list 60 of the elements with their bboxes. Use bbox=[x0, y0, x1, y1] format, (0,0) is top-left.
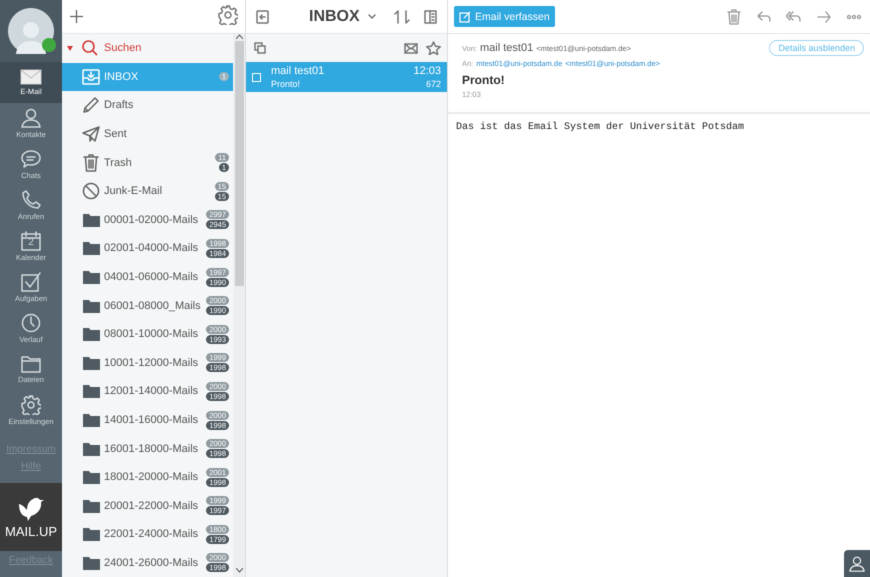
folder-icon bbox=[21, 355, 41, 373]
speech-bubble-icon bbox=[21, 149, 41, 169]
person-icon bbox=[849, 556, 865, 572]
message-checkbox[interactable] bbox=[252, 72, 261, 82]
inbox-icon bbox=[82, 68, 100, 85]
folder-item[interactable]: Sent bbox=[62, 120, 233, 148]
dropdown-caret-icon[interactable] bbox=[368, 14, 376, 19]
phone-icon bbox=[21, 190, 41, 210]
message-sender: mail test01 bbox=[271, 65, 326, 77]
folder-icon bbox=[82, 498, 100, 513]
folder-icon bbox=[82, 212, 100, 227]
paper-plane-icon bbox=[82, 126, 100, 142]
folder-icon bbox=[82, 470, 100, 484]
message-size: 672 bbox=[426, 79, 441, 89]
folder-icon bbox=[82, 442, 100, 456]
settings-icon bbox=[21, 395, 41, 415]
profile-button[interactable] bbox=[844, 550, 870, 577]
forward-icon[interactable] bbox=[816, 8, 832, 24]
email-body: Das ist das Email System der Universität Potsdam bbox=[455, 120, 746, 135]
search-icon bbox=[82, 40, 98, 56]
folder-icon bbox=[82, 327, 100, 342]
folder-icon bbox=[82, 556, 100, 570]
message-time: 12:03 bbox=[413, 65, 441, 77]
folder-item[interactable]: Drafts bbox=[62, 91, 233, 120]
layout-icon[interactable] bbox=[424, 10, 437, 24]
reply-icon[interactable] bbox=[756, 8, 772, 24]
collapse-pane-icon[interactable] bbox=[256, 10, 269, 24]
pencil-icon bbox=[82, 96, 100, 114]
scroll-up-icon[interactable] bbox=[236, 34, 242, 39]
folder-title: INBOX bbox=[309, 8, 360, 26]
copy-icon[interactable] bbox=[254, 42, 266, 54]
reply-all-icon[interactable] bbox=[786, 8, 802, 24]
prohibited-icon bbox=[82, 182, 100, 200]
star-icon[interactable] bbox=[426, 41, 441, 55]
folder-icon bbox=[82, 413, 100, 428]
trash-icon[interactable] bbox=[726, 8, 742, 24]
scrollbar-thumb[interactable] bbox=[234, 41, 244, 286]
folder-icon bbox=[82, 527, 100, 542]
envelope-icon[interactable] bbox=[404, 42, 418, 54]
folder-icon bbox=[82, 270, 100, 284]
folder-icon bbox=[82, 356, 100, 370]
sort-icon[interactable] bbox=[394, 10, 410, 24]
clock-icon bbox=[21, 313, 41, 333]
edit-icon bbox=[459, 10, 471, 22]
app-logo: MAIL.UP bbox=[0, 483, 62, 551]
trash-icon bbox=[83, 154, 99, 172]
message-subject: Pronto! bbox=[271, 79, 302, 89]
sender-name: mail test01 bbox=[480, 42, 534, 54]
avatar[interactable] bbox=[8, 8, 54, 54]
search-folder[interactable]: Suchen bbox=[62, 34, 233, 63]
email-subject: Pronto! bbox=[462, 73, 506, 87]
person-icon bbox=[21, 108, 41, 128]
envelope-icon bbox=[20, 69, 42, 85]
folder-icon bbox=[82, 384, 100, 398]
scroll-down-icon[interactable] bbox=[236, 568, 242, 573]
add-icon[interactable] bbox=[70, 10, 83, 23]
checkbox-icon bbox=[21, 272, 41, 292]
folder-icon bbox=[82, 298, 100, 313]
folder-icon bbox=[82, 241, 100, 256]
settings-icon[interactable] bbox=[218, 5, 238, 25]
